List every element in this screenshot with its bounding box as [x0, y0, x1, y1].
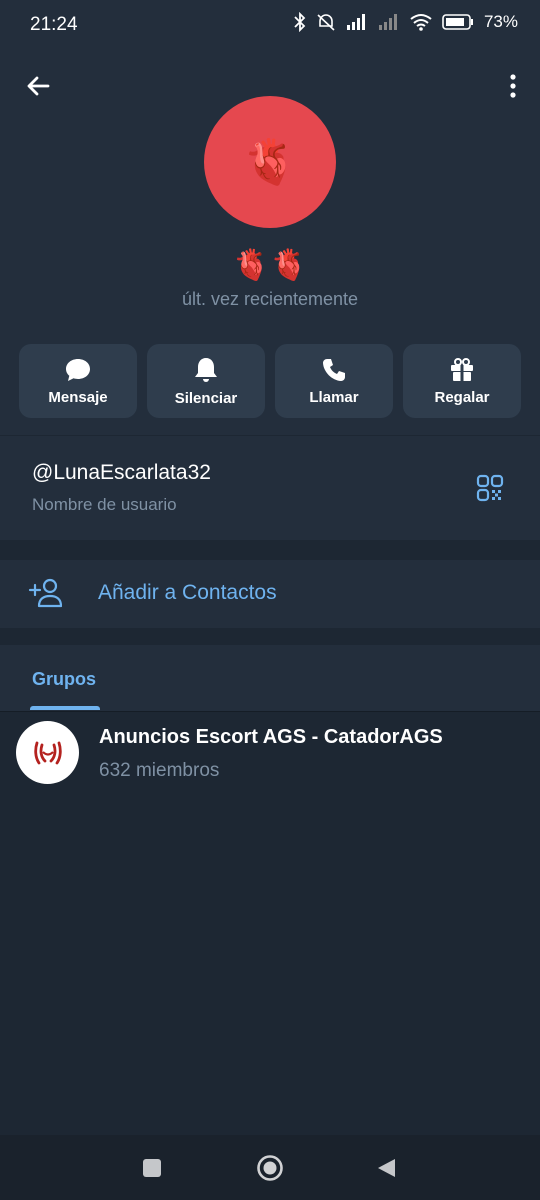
arrow-left-icon [27, 76, 50, 96]
group-avatar [16, 721, 79, 784]
status-time: 21:24 [30, 14, 78, 35]
profile-avatar[interactable]: 🫀 [204, 96, 336, 228]
recents-button[interactable] [122, 1135, 182, 1200]
action-buttons: Mensaje Silenciar Llamar Regalar [19, 344, 521, 418]
username-value: @LunaEscarlata32 [32, 461, 211, 484]
home-button[interactable] [240, 1135, 300, 1200]
tab-active-indicator [30, 706, 100, 710]
username-card[interactable]: @LunaEscarlata32 [0, 436, 540, 540]
bluetooth-icon [294, 12, 306, 32]
gift-icon [451, 357, 473, 381]
wifi-icon [410, 14, 432, 31]
triangle-back-icon [378, 1158, 395, 1177]
avatar-emoji: 🫀 [242, 138, 298, 187]
group-name: Anuncios Escort AGS - CatadorAGS [99, 726, 443, 748]
call-button[interactable]: Llamar [275, 344, 393, 418]
system-nav-bar [0, 1135, 540, 1200]
square-icon [143, 1158, 161, 1177]
battery-percent: 73% [483, 12, 518, 31]
signal-icon [378, 14, 397, 30]
tab-groups[interactable]: Grupos [32, 669, 96, 690]
status-bar: 21:24 73% [0, 0, 540, 50]
username-caption: Nombre de usuario [32, 495, 177, 514]
phone-icon [323, 358, 345, 381]
circle-icon [257, 1154, 283, 1181]
add-user-icon [28, 578, 63, 608]
call-label: Llamar [309, 388, 359, 406]
mute-button[interactable]: Silenciar [147, 344, 265, 418]
status-icons: 73% [294, 12, 518, 32]
profile-name: 🫀🫀 [232, 249, 308, 282]
more-button[interactable] [506, 70, 520, 102]
mute-label: Silenciar [174, 389, 238, 407]
gift-button[interactable]: Regalar [403, 344, 521, 418]
add-contact-label: Añadir a Contactos [98, 581, 277, 604]
back-nav-button[interactable] [356, 1135, 416, 1200]
group-members-count: 632 miembros [99, 760, 220, 781]
more-vertical-icon [510, 74, 516, 98]
back-button[interactable] [22, 70, 54, 102]
bell-icon [195, 357, 217, 382]
group-logo-icon [33, 741, 62, 764]
qr-code-icon [476, 474, 504, 502]
chat-bubble-icon [66, 358, 90, 381]
qr-code-button[interactable] [476, 474, 504, 502]
battery-icon [442, 14, 473, 30]
last-seen-status: últ. vez recientemente [181, 289, 359, 309]
message-button[interactable]: Mensaje [19, 344, 137, 418]
gift-label: Regalar [434, 388, 490, 406]
signal-icon [346, 14, 365, 30]
message-label: Mensaje [48, 388, 108, 406]
mute-icon [317, 14, 335, 31]
